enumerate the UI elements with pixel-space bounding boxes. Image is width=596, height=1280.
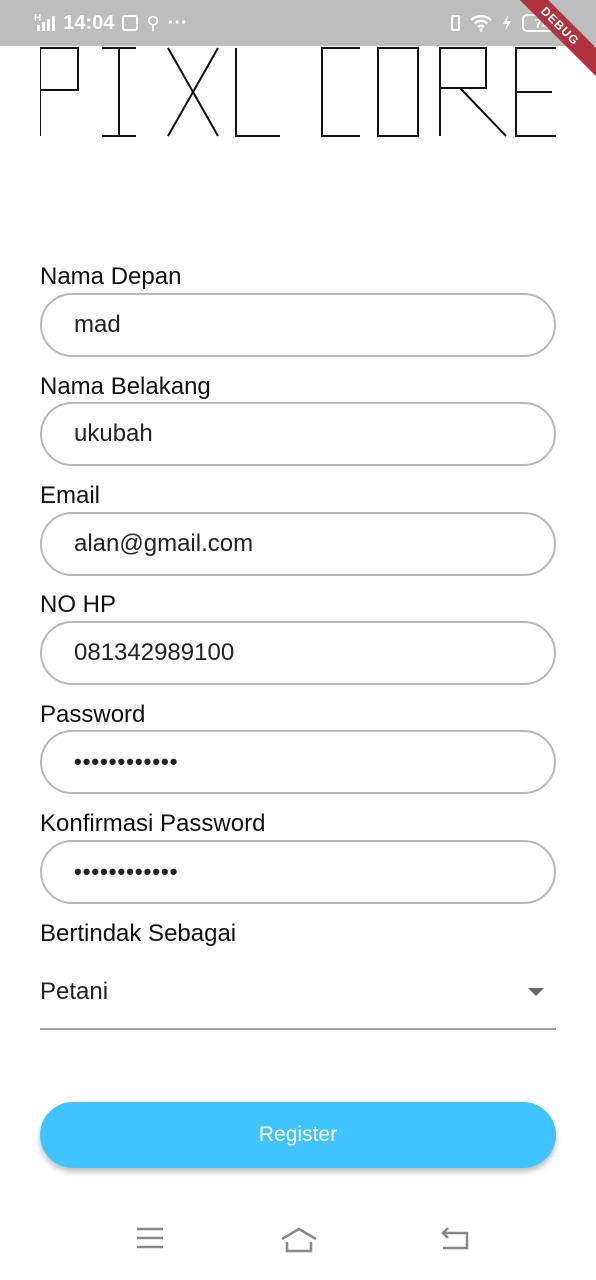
last-name-value: ukubah [74, 420, 153, 447]
first-name-field[interactable]: mad [40, 293, 556, 357]
logo [40, 47, 556, 137]
role-dropdown[interactable]: Petani [40, 956, 556, 1030]
confirm-password-field[interactable]: •••••••••••• [40, 840, 556, 904]
first-name-label: Nama Depan [40, 263, 182, 290]
last-name-field[interactable]: ukubah [40, 402, 556, 466]
register-button[interactable]: Register [40, 1102, 556, 1168]
wifi-icon [470, 14, 492, 32]
phone-field[interactable]: 081342989100 [40, 621, 556, 685]
logo-text [40, 47, 556, 137]
phone-label: NO HP [40, 591, 117, 618]
dropdown-arrow-icon [528, 988, 544, 996]
role-label: Bertindak Sebagai [40, 920, 237, 947]
confirm-password-value: •••••••••••• [74, 859, 179, 884]
menu-icon[interactable] [135, 1226, 165, 1250]
last-name-label: Nama Belakang [40, 373, 211, 400]
clock: 14:04 [63, 11, 115, 34]
vpn-icon [122, 15, 139, 31]
more-notifications-icon: ··· [167, 11, 188, 34]
status-left: H 14:04 ⚲ ··· [34, 10, 188, 36]
usb-icon: ⚲ [146, 12, 160, 33]
vibrate-icon [451, 15, 460, 31]
password-label: Password [40, 701, 146, 728]
charging-icon [503, 15, 511, 31]
status-bar: H 14:04 ⚲ ··· 74 [0, 0, 596, 46]
email-label: Email [40, 482, 101, 509]
phone-value: 081342989100 [74, 639, 235, 666]
role-selected-value: Petani [40, 978, 109, 1005]
password-field[interactable]: •••••••••••• [40, 730, 556, 794]
confirm-password-label: Konfirmasi Password [40, 810, 266, 837]
signal-icon: H [34, 12, 56, 31]
signal-type-label: H [34, 12, 42, 24]
system-nav-bar [0, 1210, 596, 1280]
password-value: •••••••••••• [74, 749, 179, 774]
email-field[interactable]: alan@gmail.com [40, 512, 556, 576]
back-icon[interactable] [440, 1226, 470, 1250]
home-icon[interactable] [279, 1226, 319, 1254]
email-value: alan@gmail.com [74, 530, 254, 557]
first-name-value: mad [74, 311, 121, 338]
